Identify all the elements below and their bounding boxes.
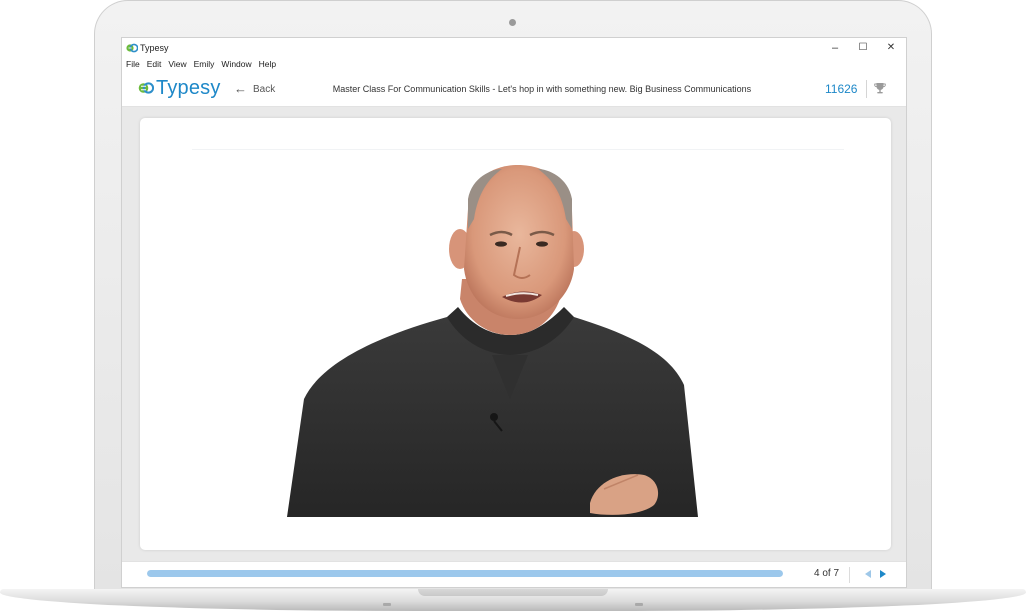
footer-divider (849, 567, 850, 583)
prev-button[interactable] (863, 569, 873, 579)
laptop-foot-right (635, 603, 643, 606)
presenter-video-frame (287, 165, 698, 517)
triangle-right-icon (880, 570, 886, 578)
menu-help[interactable]: Help (259, 58, 276, 71)
menu-file[interactable]: File (126, 58, 140, 71)
lesson-title: Master Class For Communication Skills - … (332, 84, 752, 94)
menu-view[interactable]: View (168, 58, 186, 71)
lesson-progress-fill (147, 570, 783, 577)
arrow-left-icon: ← (234, 81, 247, 96)
laptop-base-notch (418, 589, 608, 596)
back-button[interactable]: ← Back (234, 82, 275, 96)
video-top-edge (192, 149, 844, 150)
next-button[interactable] (878, 569, 888, 579)
close-button[interactable]: ✕ (878, 40, 904, 56)
brand-logo[interactable]: Typesy (138, 77, 221, 99)
title-bar: Typesy – ☐ ✕ (122, 38, 906, 58)
trophy-icon[interactable] (873, 81, 887, 95)
score-counter: 11626 (825, 82, 858, 96)
window-title: Typesy (140, 43, 169, 53)
app-window: Typesy – ☐ ✕ File Edit View Emily Window… (121, 37, 907, 588)
laptop-foot-left (383, 603, 391, 606)
video-player[interactable] (192, 149, 844, 517)
menu-edit[interactable]: Edit (147, 58, 162, 71)
header-divider (866, 80, 867, 98)
page-indicator: 4 of 7 (814, 568, 840, 579)
brand-name: Typesy (156, 77, 221, 99)
maximize-button[interactable]: ☐ (850, 40, 876, 56)
triangle-left-icon (865, 570, 871, 578)
lesson-footer: 4 of 7 (122, 561, 906, 587)
app-header: Typesy ← Back Master Class For Communica… (122, 71, 906, 107)
camera-dot (509, 19, 516, 26)
back-label: Back (253, 83, 276, 95)
menu-emily[interactable]: Emily (194, 58, 215, 71)
minimize-button[interactable]: – (822, 40, 848, 56)
lesson-progress-bar (147, 570, 783, 577)
menu-window[interactable]: Window (221, 58, 251, 71)
video-card (140, 118, 891, 550)
typesy-logo-icon (138, 82, 154, 94)
typesy-logo-icon (126, 43, 138, 53)
menu-bar: File Edit View Emily Window Help (122, 58, 906, 71)
